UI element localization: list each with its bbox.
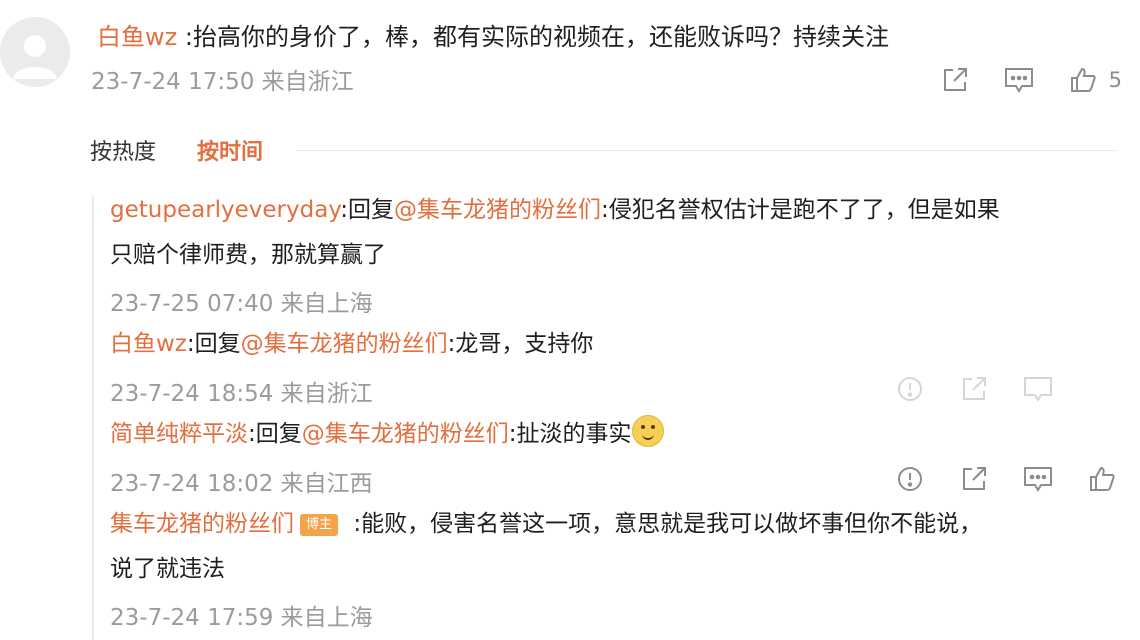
reply-actions (862, 373, 1118, 405)
reply-text: :龙哥，支持你 (447, 331, 594, 357)
sort-divider (296, 150, 1118, 151)
comment-icon[interactable] (1022, 463, 1054, 495)
reply-text: :侵犯名誉权估计是跑不了了，但是如果 (601, 197, 1000, 223)
reply-username[interactable]: 白鱼wz (110, 331, 187, 357)
reply-prefix: :回复 (340, 197, 395, 223)
report-icon[interactable] (894, 463, 926, 495)
like-icon[interactable] (1067, 64, 1099, 96)
reply-meta: 23-7-25 07:40 来自上海 (110, 291, 373, 317)
share-icon[interactable] (958, 463, 990, 495)
reply-text: :能败，侵害名誉这一项，意思就是我可以做坏事但你不能说， (346, 511, 983, 537)
top-comment-text: 白鱼wz :抬高你的身价了，棒，都有实际的视频在，还能败诉吗？持续关注 (97, 21, 889, 53)
top-comment-meta: 23-7-24 17:50 来自浙江 (91, 69, 354, 95)
like-icon[interactable] (1086, 463, 1118, 495)
top-comment-body: :抬高你的身价了，棒，都有实际的视频在，还能败诉吗？持续关注 (177, 23, 889, 51)
reply-mention[interactable]: @集车龙猪的粉丝们 (302, 421, 509, 447)
comment-icon[interactable] (1003, 64, 1035, 96)
like-count: 5 (1108, 68, 1122, 92)
reply-item: 简单纯粹平淡:回复@集车龙猪的粉丝们:扯淡的事实 (110, 412, 664, 457)
reply-username[interactable]: 集车龙猪的粉丝们 (110, 511, 294, 537)
author-badge: 博主 (300, 514, 339, 536)
reply-meta: 23-7-24 18:54 来自浙江 (110, 381, 373, 407)
reply-actions (862, 463, 1118, 495)
reply-meta: 23-7-24 18:02 来自江西 (110, 471, 373, 497)
reply-text-continued: 说了就违法 (110, 556, 225, 582)
reply-prefix: :回复 (248, 421, 302, 447)
top-comment-actions: 5 (939, 64, 1122, 96)
grin-emoji-icon (631, 415, 664, 447)
reply-username[interactable]: getupearlyeveryday (110, 197, 340, 223)
reply-mention[interactable]: @集车龙猪的粉丝们 (394, 197, 601, 223)
reply-item: 集车龙猪的粉丝们 博主 :能败，侵害名誉这一项，意思就是我可以做坏事但你不能说， … (110, 502, 1120, 592)
comment-icon[interactable] (1022, 373, 1054, 405)
top-comment-username[interactable]: 白鱼wz (97, 23, 177, 51)
share-icon[interactable] (939, 64, 971, 96)
reply-username[interactable]: 简单纯粹平淡 (110, 421, 248, 447)
reply-text: :扯淡的事实 (508, 421, 632, 447)
reply-item: 白鱼wz:回复@集车龙猪的粉丝们:龙哥，支持你 (110, 322, 593, 367)
replies-rail (92, 196, 94, 640)
report-icon[interactable] (894, 373, 926, 405)
reply-mention[interactable]: @集车龙猪的粉丝们 (241, 331, 448, 357)
default-avatar-icon (13, 35, 57, 79)
reply-item: getupearlyeveryday:回复@集车龙猪的粉丝们:侵犯名誉权估计是跑… (110, 188, 1120, 278)
reply-text-continued: 只赔个律师费，那就算赢了 (110, 242, 386, 268)
share-icon[interactable] (958, 373, 990, 405)
reply-meta: 23-7-24 17:59 来自上海 (110, 605, 373, 631)
reply-prefix: :回复 (186, 331, 241, 357)
sort-tabs: 按热度 按时间 (90, 134, 263, 166)
avatar[interactable] (0, 17, 70, 87)
tab-sort-time[interactable]: 按时间 (197, 134, 263, 166)
tab-sort-hot[interactable]: 按热度 (90, 134, 156, 166)
